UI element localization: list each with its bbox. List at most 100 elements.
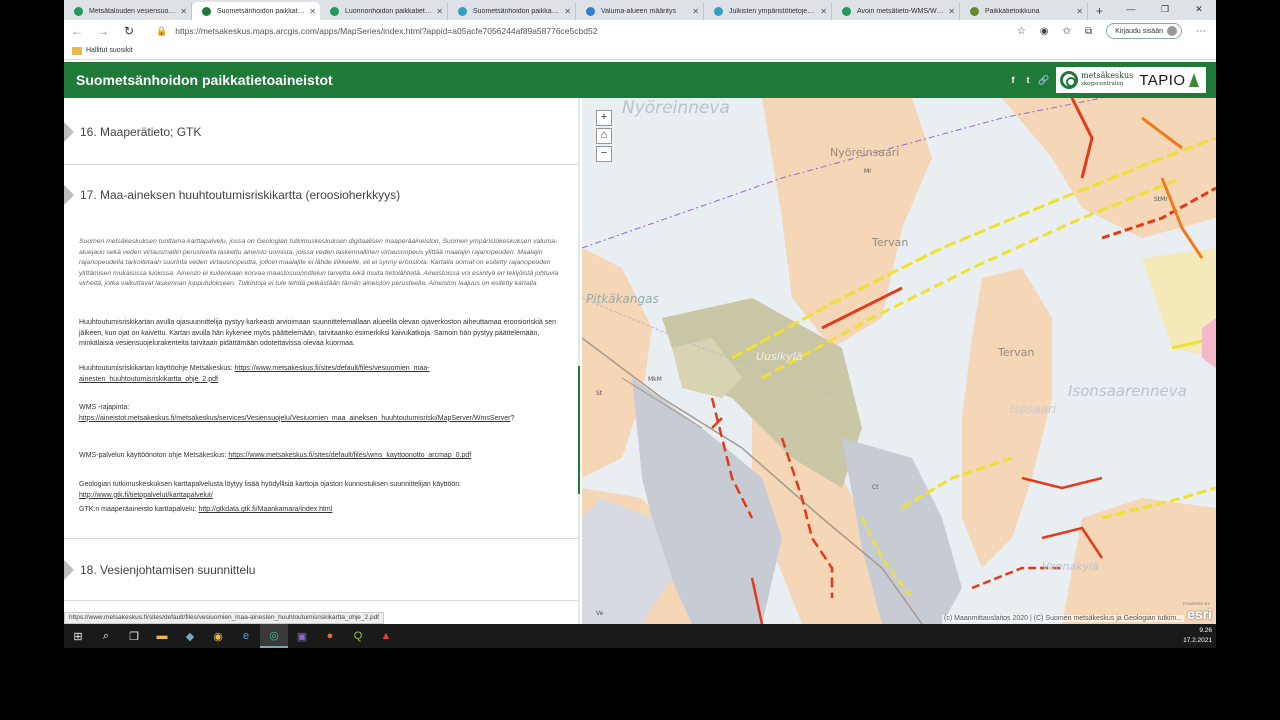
map-label: Pitkäkangas — [586, 292, 659, 306]
content-panel: 16. Maaperätieto; GTK 17. Maa-aineksen h… — [64, 98, 580, 624]
section-17-header[interactable]: 17. Maa-aineksen huuhtoutumisriskikartta… — [64, 185, 578, 205]
close-window-button[interactable]: ✕ — [1182, 0, 1216, 20]
section-18-header[interactable]: 18. Vesienjohtamisen suunnittelu — [64, 560, 578, 580]
powerpoint-icon[interactable]: ● — [316, 624, 344, 648]
tab-5[interactable]: Valuma-alueen määritys ✕ — [576, 2, 704, 20]
divider — [64, 600, 578, 601]
zoom-out-button[interactable]: − — [596, 146, 612, 162]
close-tab-icon[interactable]: ✕ — [692, 7, 699, 16]
gtk-maankamara-link[interactable]: http://gtkdata.gtk.fi/Maankamara/index.h… — [198, 506, 332, 513]
sign-in-button[interactable]: Kirjaudu sisään — [1106, 23, 1182, 39]
home-button[interactable]: ⌂ — [596, 128, 612, 144]
app-title: Suometsänhoidon paikkatietoaineistot — [76, 72, 333, 88]
app-icon[interactable]: ◆ — [176, 624, 204, 648]
map-label: Nyöreinsaari — [830, 146, 900, 159]
new-tab-button[interactable]: + — [1088, 2, 1111, 20]
scrollbar-track[interactable] — [578, 98, 580, 624]
section-title: 18. Vesienjohtamisen suunnittelu — [80, 563, 256, 577]
twitter-icon[interactable]: t — [1023, 75, 1033, 85]
wms-guide-paragraph: WMS-palvelun käyttöönoton ohje Metsäkesk… — [79, 451, 565, 462]
close-tab-icon[interactable]: ✕ — [1076, 7, 1083, 16]
tab-strip: Metsätalouden vesiensuojelu ✕ Suometsänho… — [64, 0, 1216, 20]
back-icon[interactable]: ← — [64, 24, 90, 38]
soil-code-label: StMr — [1154, 196, 1168, 203]
chrome-icon[interactable]: ◉ — [204, 624, 232, 648]
tapio-logo: TAPIO — [1139, 71, 1186, 89]
bookmark-folder[interactable]: Hallitut suosikit — [86, 47, 133, 54]
tab-favicon — [202, 6, 211, 16]
tab-title: Metsätalouden vesiensuojelu — [89, 7, 177, 15]
tab-8[interactable]: Paikkatietoikkuna ✕ — [960, 2, 1088, 20]
window-controls: — ❐ ✕ — [1114, 0, 1216, 20]
task-view-icon[interactable]: ❐ — [120, 624, 148, 648]
tab-6[interactable]: Julkisten ympäristötietojen palvelut ✕ — [704, 2, 832, 20]
link-icon[interactable]: 🔗 — [1038, 75, 1049, 85]
scrollbar-thumb[interactable] — [578, 366, 580, 494]
close-tab-icon[interactable]: ✕ — [820, 7, 827, 16]
map-label: Tervan — [998, 346, 1035, 359]
site-permissions-icon[interactable]: ☆ — [1017, 26, 1026, 37]
gtk-maankamara-paragraph: GTK:n maaperäaineisto karttapalvelu: htt… — [79, 505, 565, 516]
wms-guide-label: WMS-palvelun käyttöönoton ohje Metsäkesk… — [79, 452, 229, 459]
system-clock[interactable]: 9.26 17.2.2021 — [1183, 626, 1212, 646]
soil-code-label: Ct — [872, 484, 879, 491]
tab-title: Julkisten ympäristötietojen palvelut — [729, 7, 816, 15]
gtk-paragraph: Geologian tutkimuskeskuksen karttapalvel… — [79, 480, 565, 501]
qgis-icon[interactable]: Q — [344, 624, 372, 648]
map-view[interactable]: + ⌂ − Nyöreinneva Nyöreinsaari Tervan Pi… — [582, 98, 1216, 624]
collections-icon[interactable]: ⧉ — [1085, 26, 1092, 37]
refresh-icon[interactable]: ↻ — [116, 24, 142, 38]
close-tab-icon[interactable]: ✕ — [948, 7, 955, 16]
windows-start-icon[interactable]: ⊞ — [64, 624, 92, 648]
tab-2[interactable]: Suometsänhoidon paikkatietoaineistot ✕ — [192, 2, 320, 20]
gtk-maankamara-label: GTK:n maaperäaineisto karttapalvelu: — [79, 506, 199, 513]
close-tab-icon[interactable]: ✕ — [180, 7, 187, 16]
forward-icon[interactable]: → — [90, 24, 116, 38]
tab-favicon — [458, 6, 467, 16]
wms-label: WMS -rajapinta: — [79, 404, 130, 411]
social-links: f t 🔗 — [1008, 75, 1050, 85]
extension-icon[interactable]: ◉ — [1040, 26, 1049, 37]
map-label: Nyöreinneva — [622, 98, 730, 118]
minimize-button[interactable]: — — [1114, 0, 1148, 20]
close-tab-icon[interactable]: ✕ — [564, 7, 571, 16]
map-canvas — [582, 98, 1216, 624]
wms-link[interactable]: https://aineistot.metsakeskus.fi/metsake… — [79, 415, 510, 422]
windows-taskbar: ⊞ ⌕ ❐ ▬ ◆ ◉ e ◎ ▣ ● Q ▲ 9.26 17.2.2021 — [64, 624, 1216, 648]
soil-code-label: Ve — [596, 610, 604, 617]
maximize-button[interactable]: ❐ — [1148, 0, 1182, 20]
search-icon[interactable]: ⌕ — [92, 624, 120, 648]
edge-icon[interactable]: ◎ — [260, 624, 288, 648]
tab-3[interactable]: Luonnonhoidon paikkatietoaineistot✕ — [320, 2, 448, 20]
manual-paragraph: Huuhtoutumisriskikartan käyttöohje Metsä… — [79, 364, 565, 385]
lock-icon: 🔒 — [156, 25, 168, 36]
more-menu-icon[interactable]: ⋯ — [1196, 26, 1206, 37]
metsakeskus-name: metsäkeskus — [1081, 71, 1134, 80]
address-bar-row: ← → ↻ 🔒 https://metsakeskus.maps.arcgis.… — [64, 20, 1216, 42]
wms-guide-link[interactable]: https://www.metsakeskus.fi/sites/default… — [228, 452, 471, 459]
file-explorer-icon[interactable]: ▬ — [148, 624, 176, 648]
address-bar-icons: ☆ ◉ ✩ ⧉ Kirjaudu sisään ⋯ — [1017, 23, 1206, 39]
map-label: Vannakylä — [1042, 560, 1099, 573]
divider — [64, 164, 578, 165]
metsakeskus-subname: skogscentralen — [1081, 81, 1124, 87]
zoom-in-button[interactable]: + — [596, 110, 612, 126]
bookmarks-bar: Hallitut suosikit — [64, 42, 1216, 60]
facebook-icon[interactable]: f — [1008, 75, 1018, 85]
teams-icon[interactable]: ▣ — [288, 624, 316, 648]
url-field[interactable]: 🔒 https://metsakeskus.maps.arcgis.com/ap… — [156, 26, 1017, 37]
tab-favicon — [714, 6, 723, 16]
tab-1[interactable]: Metsätalouden vesiensuojelu ✕ — [64, 2, 192, 20]
section-16-header[interactable]: 16. Maaperätieto; GTK — [64, 122, 578, 142]
gtk-link[interactable]: http://www.gtk.fi/tietopalvelut/karttapa… — [79, 492, 213, 499]
acrobat-icon[interactable]: ▲ — [372, 624, 400, 648]
tab-4[interactable]: Suometsänhoidon paikkatietoaineistot✕ — [448, 2, 576, 20]
tab-7[interactable]: Avoin metsätieto-WMS/WFS ✕ — [832, 2, 960, 20]
favorites-icon[interactable]: ✩ — [1063, 26, 1071, 37]
close-tab-icon[interactable]: ✕ — [436, 7, 443, 16]
clock-time: 9.26 — [1199, 627, 1212, 634]
folder-icon — [72, 46, 82, 55]
internet-explorer-icon[interactable]: e — [232, 624, 260, 648]
section-title: 17. Maa-aineksen huuhtoutumisriskikartta… — [80, 188, 401, 202]
close-tab-icon[interactable]: ✕ — [309, 7, 316, 16]
